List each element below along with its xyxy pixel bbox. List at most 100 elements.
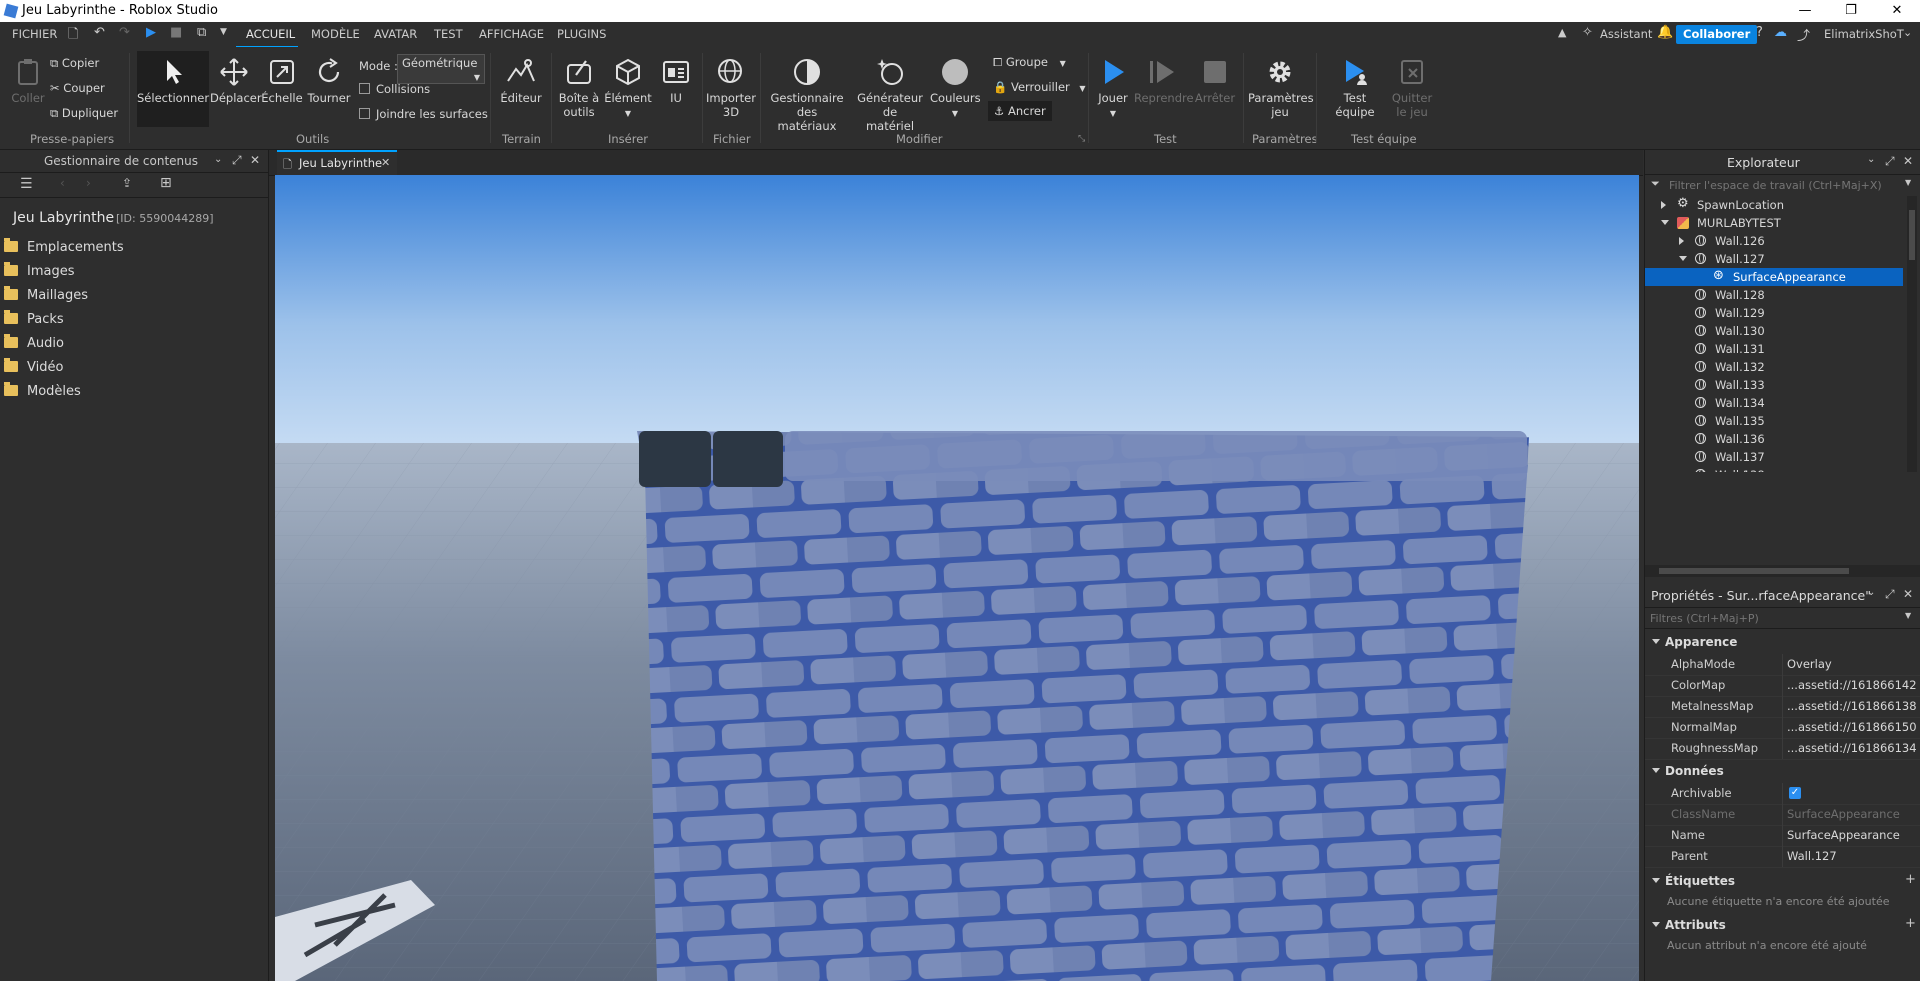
cloud-icon[interactable]: ☁ <box>1774 25 1787 40</box>
property-row[interactable]: ColorMap ...assetid://16186614207 <box>1645 675 1920 697</box>
maximize-button[interactable]: ❐ <box>1828 0 1874 22</box>
property-row[interactable]: AlphaMode Overlay <box>1645 654 1920 676</box>
explorer-item[interactable]: Wall.136 <box>1645 430 1905 448</box>
collapse-ribbon-icon[interactable]: ▲ <box>1558 26 1566 39</box>
section-tags[interactable]: Étiquettes + <box>1645 870 1920 892</box>
folder-emplacements[interactable]: Emplacements <box>0 237 268 259</box>
notifications-icon[interactable]: 🔔 <box>1657 25 1673 40</box>
undock-icon[interactable]: ⤢ <box>232 153 242 168</box>
new-file-icon[interactable]: 🗋 <box>68 25 78 47</box>
lock-button[interactable]: 🔒 Verrouiller ▼ <box>993 80 1086 94</box>
copy-button[interactable]: ⧉ Copier <box>50 56 99 71</box>
quick-play-icon[interactable]: ▶ <box>146 25 156 40</box>
group-button[interactable]: ⧠ Groupe ▼ <box>993 55 1066 70</box>
explorer-item[interactable]: MURLABYTEST <box>1645 214 1905 232</box>
property-row[interactable]: Archivable ✓ <box>1645 783 1920 805</box>
redo-icon[interactable]: ↷ <box>119 25 130 40</box>
folder-audio[interactable]: Audio <box>0 333 268 355</box>
property-value[interactable]: Overlay <box>1787 657 1917 671</box>
filter-icon[interactable]: ⏷ <box>1651 177 1660 191</box>
expand-arrow-icon[interactable] <box>1679 237 1684 245</box>
upload-icon[interactable]: ⇪ <box>122 176 132 190</box>
chevron-down-icon[interactable]: ⌄ <box>1867 587 1875 598</box>
section-data[interactable]: Données <box>1645 760 1920 782</box>
material-generator-button[interactable]: Générateur de matériel <box>852 57 928 133</box>
close-tab-icon[interactable]: ✕ <box>381 156 390 169</box>
material-manager-button[interactable]: Gestionnaire des matériaux <box>763 57 851 133</box>
rotate-tool-button[interactable]: Tourner <box>306 57 352 105</box>
play-button[interactable]: Jouer ▼ <box>1093 57 1133 121</box>
property-value[interactable]: ...assetid://16186613804 <box>1787 699 1917 713</box>
cut-button[interactable]: ✂ Couper <box>50 81 105 95</box>
property-row[interactable]: NormalMap ...assetid://16186615003 <box>1645 717 1920 739</box>
explorer-item[interactable]: Wall.126 <box>1645 232 1905 250</box>
quit-game-button[interactable]: Quitter le jeu <box>1384 57 1440 119</box>
close-icon[interactable]: ✕ <box>1903 154 1913 168</box>
folder-modeles[interactable]: Modèles <box>0 381 268 403</box>
3d-viewport[interactable] <box>275 175 1639 981</box>
paste-button[interactable]: Coller <box>8 57 48 105</box>
scrollbar-thumb[interactable] <box>1659 568 1849 574</box>
chevron-down-icon[interactable]: ▼ <box>1905 611 1911 620</box>
explorer-item[interactable]: Wall.137 <box>1645 448 1905 466</box>
explorer-item[interactable]: Wall.135 <box>1645 412 1905 430</box>
undock-icon[interactable]: ⤢ <box>1885 587 1895 602</box>
assistant-icon[interactable]: ✧ <box>1582 25 1593 40</box>
chevron-down-icon[interactable]: ⌄ <box>1867 154 1875 165</box>
explorer-item[interactable]: ⚙ SpawnLocation <box>1645 196 1905 214</box>
explorer-item[interactable]: Wall.130 <box>1645 322 1905 340</box>
property-value[interactable]: SurfaceAppearance <box>1787 828 1917 842</box>
help-icon[interactable]: ? <box>1756 25 1763 40</box>
property-row[interactable]: Name SurfaceAppearance <box>1645 825 1920 847</box>
modify-settings-icon[interactable]: ⤡ <box>1078 134 1085 144</box>
folder-maillages[interactable]: Maillages <box>0 285 268 307</box>
section-attributes[interactable]: Attributs + <box>1645 914 1920 936</box>
add-attribute-icon[interactable]: + <box>1905 916 1916 931</box>
properties-filter-input[interactable] <box>1648 609 1882 627</box>
chevron-down-icon[interactable]: ⌄ <box>214 154 222 165</box>
username-label[interactable]: ElimatrixShoT <box>1824 27 1904 41</box>
explorer-horizontal-scrollbar[interactable] <box>1645 565 1920 577</box>
customize-chevron-icon[interactable]: ▼ <box>220 27 227 37</box>
explorer-item[interactable]: Wall.131 <box>1645 340 1905 358</box>
select-tool-button[interactable]: Sélectionner <box>137 51 209 127</box>
property-value[interactable]: ...assetid://16186615003 <box>1787 720 1917 734</box>
property-value[interactable]: Wall.127 <box>1787 849 1917 863</box>
game-settings-button[interactable]: Paramètres jeu <box>1248 57 1314 119</box>
tab-avatar[interactable]: AVATAR <box>374 27 417 41</box>
minimize-button[interactable]: — <box>1782 0 1828 22</box>
explorer-item[interactable]: Wall.134 <box>1645 394 1905 412</box>
mode-select[interactable]: Géométrique ▼ <box>397 54 485 84</box>
share-icon[interactable]: ⤴ <box>1797 25 1810 44</box>
add-tag-icon[interactable]: + <box>1905 872 1916 887</box>
team-test-button[interactable]: Test équipe <box>1330 57 1380 119</box>
terrain-editor-button[interactable]: Éditeur <box>496 57 546 105</box>
duplicate-button[interactable]: ⧉ Dupliquer <box>50 106 118 121</box>
folder-images[interactable]: Images <box>0 261 268 283</box>
colors-button[interactable]: Couleurs ▼ <box>930 57 981 121</box>
collapse-arrow-icon[interactable] <box>1679 256 1687 261</box>
explorer-vertical-scrollbar[interactable] <box>1907 196 1917 472</box>
undo-icon[interactable]: ↶ <box>94 25 105 40</box>
explorer-item[interactable]: Wall.129 <box>1645 304 1905 322</box>
expand-arrow-icon[interactable] <box>1661 201 1666 209</box>
explorer-item[interactable]: Wall.128 <box>1645 286 1905 304</box>
anchor-button[interactable]: ⚓ Ancrer <box>988 101 1052 121</box>
grid-view-icon[interactable]: ⊞ <box>160 175 172 191</box>
stop-button[interactable]: Arrêter <box>1192 57 1238 105</box>
property-value[interactable]: SurfaceAppearance <box>1787 807 1917 821</box>
file-menu[interactable]: FICHIER <box>12 27 57 41</box>
forward-icon[interactable]: › <box>86 176 91 190</box>
archivable-checkbox[interactable]: ✓ <box>1789 787 1801 799</box>
publish-icon[interactable]: ⧉ <box>197 25 206 40</box>
ui-button[interactable]: IU <box>655 57 697 105</box>
scrollbar-thumb[interactable] <box>1909 210 1915 260</box>
collisions-checkbox[interactable]: Collisions <box>359 82 430 96</box>
tab-modele[interactable]: MODÈLE <box>311 27 360 41</box>
explorer-item[interactable]: Wall.132 <box>1645 358 1905 376</box>
section-appearance[interactable]: Apparence <box>1645 631 1920 653</box>
join-surfaces-checkbox[interactable]: Joindre les surfaces <box>359 107 488 121</box>
close-window-button[interactable]: ✕ <box>1874 0 1920 22</box>
undock-icon[interactable]: ⤢ <box>1885 154 1895 169</box>
assistant-button[interactable]: Assistant <box>1600 27 1652 41</box>
